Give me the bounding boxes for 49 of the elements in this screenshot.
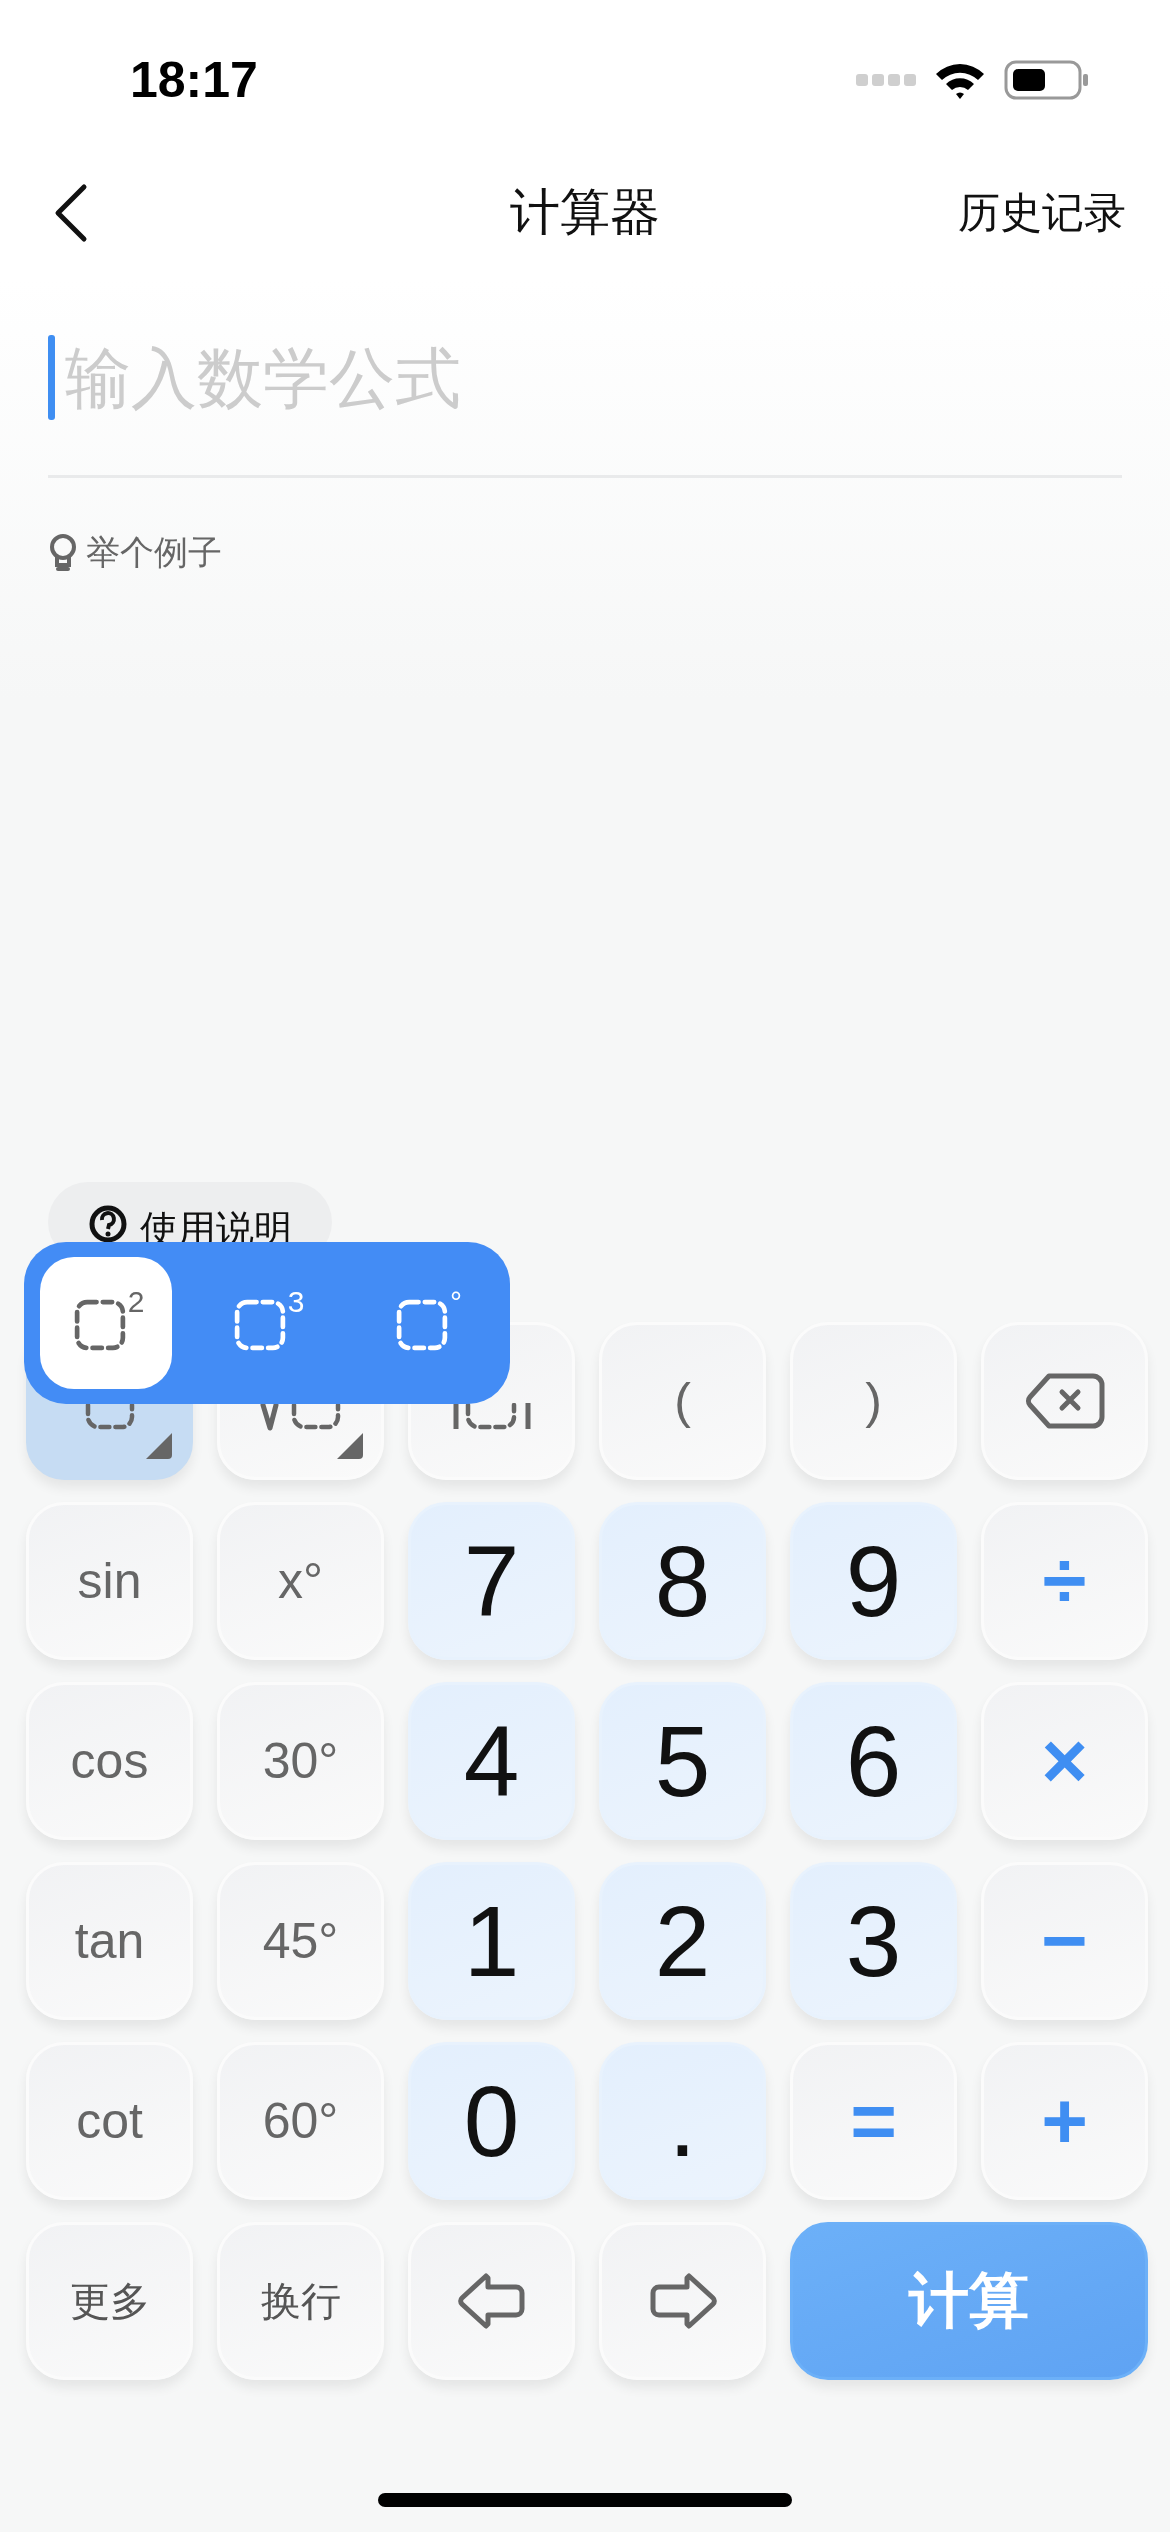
question-icon <box>88 1204 128 1244</box>
lightbulb-icon <box>48 533 78 573</box>
absolute-value-icon <box>451 1403 532 1431</box>
signal-icon <box>856 73 916 87</box>
function-key[interactable]: ) <box>790 1322 957 1480</box>
digit-key[interactable]: 3 <box>790 1862 957 2020</box>
battery-icon <box>1004 60 1090 100</box>
function-key[interactable]: cos <box>26 1682 193 1840</box>
digit-key[interactable]: 9 <box>790 1502 957 1660</box>
example-link[interactable]: 举个例子 <box>86 530 222 576</box>
digit-key[interactable]: . <box>599 2042 766 2200</box>
digit-key[interactable]: 2 <box>599 1862 766 2020</box>
operator-key[interactable]: + <box>981 2042 1148 2200</box>
digit-key[interactable]: 8 <box>599 1502 766 1660</box>
operator-key[interactable]: ÷ <box>981 1502 1148 1660</box>
function-key[interactable]: tan <box>26 1862 193 2020</box>
function-key[interactable]: x° <box>217 1502 384 1660</box>
function-key[interactable]: 30° <box>217 1682 384 1840</box>
dashed-square-icon <box>73 1299 126 1351</box>
backspace-key[interactable] <box>981 1322 1148 1480</box>
page-title: 计算器 <box>510 184 660 240</box>
operator-key[interactable]: − <box>981 1862 1148 2020</box>
status-time: 18:17 <box>130 51 259 109</box>
function-key[interactable]: 45° <box>217 1862 384 2020</box>
exponent-option[interactable]: ° <box>360 1257 492 1389</box>
cursor-left-key[interactable] <box>408 2222 575 2380</box>
backspace-icon <box>1024 1373 1105 1429</box>
right-arrow-icon <box>648 2273 717 2329</box>
function-key[interactable]: 60° <box>217 2042 384 2200</box>
digit-key[interactable]: 5 <box>599 1682 766 1840</box>
function-key[interactable]: cot <box>26 2042 193 2200</box>
digit-key[interactable]: 6 <box>790 1682 957 1840</box>
function-key[interactable]: ( <box>599 1322 766 1480</box>
square-root-icon <box>259 1403 342 1431</box>
operator-key[interactable]: = <box>790 2042 957 2200</box>
history-link[interactable]: 历史记录 <box>958 184 1126 241</box>
digit-key[interactable]: 7 <box>408 1502 575 1660</box>
function-key[interactable]: sin <box>26 1502 193 1660</box>
dashed-square-icon <box>396 1299 448 1351</box>
operator-key[interactable]: × <box>981 1682 1148 1840</box>
digit-key[interactable]: 4 <box>408 1682 575 1840</box>
function-key[interactable]: 换行 <box>217 2222 384 2380</box>
exponent-option[interactable]: 2 <box>40 1257 172 1389</box>
digit-key[interactable]: 0 <box>408 2042 575 2200</box>
left-arrow-icon <box>457 2273 526 2329</box>
dashed-square-icon <box>233 1299 286 1351</box>
digit-key[interactable]: 1 <box>408 1862 575 2020</box>
cursor-right-key[interactable] <box>599 2222 766 2380</box>
function-key[interactable]: 更多 <box>26 2222 193 2380</box>
